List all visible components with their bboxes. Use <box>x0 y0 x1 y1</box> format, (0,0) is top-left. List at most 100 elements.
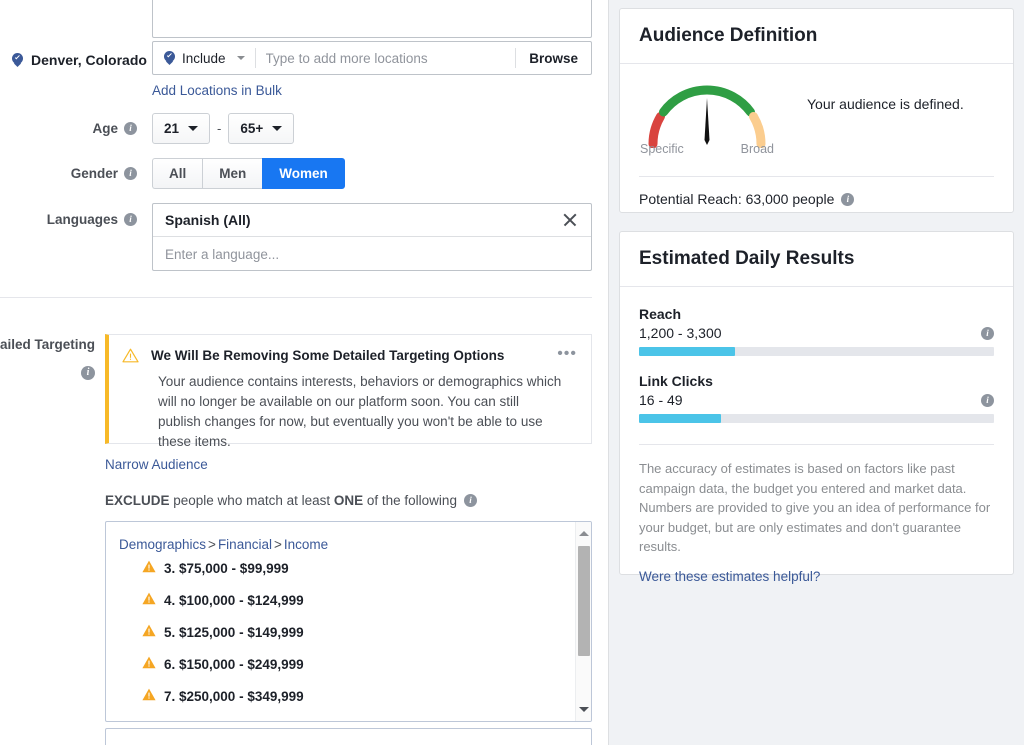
exclude-heading-keyword: EXCLUDE <box>105 493 170 508</box>
gender-option-men[interactable]: Men <box>202 158 263 189</box>
exclude-list-scrollbar[interactable] <box>575 522 591 721</box>
list-item-label: 4. $100,000 - $124,999 <box>164 592 304 608</box>
info-icon[interactable]: i <box>124 213 137 226</box>
audience-definition-title: Audience Definition <box>620 9 1013 64</box>
breadcrumb-item-financial[interactable]: Financial <box>218 537 272 552</box>
breadcrumb-item-income[interactable]: Income <box>284 537 328 552</box>
add-locations-in-bulk-link[interactable]: Add Locations in Bulk <box>152 83 282 98</box>
metric-value: 16 - 49 <box>639 392 683 408</box>
gender-option-women[interactable]: Women <box>262 158 345 189</box>
potential-reach-row: Potential Reach: 63,000 people i <box>620 177 1013 207</box>
gender-toggle-group: All Men Women <box>152 158 345 189</box>
metric-progress-fill <box>639 414 721 423</box>
age-label: Age <box>92 121 118 136</box>
selected-location-label: Denver, Colorado <box>31 52 147 68</box>
metric-progress-bar <box>639 347 994 356</box>
gender-label-group: Gender i <box>40 158 137 189</box>
metric-name: Reach <box>639 306 682 322</box>
age-range-separator: - <box>217 121 222 136</box>
chevron-down-icon <box>188 126 199 131</box>
list-item-label: 5. $125,000 - $149,999 <box>164 624 304 640</box>
info-icon[interactable]: i <box>124 167 137 180</box>
excluded-targeting-list-box: Demographics > Financial > Income 3. $75,000… <box>105 521 592 722</box>
list-item-label: 7. $250,000 - $349,999 <box>164 688 304 704</box>
audience-summary-panel: Audience Definition Specific Broad Your … <box>609 0 1024 745</box>
close-icon[interactable] <box>561 211 579 229</box>
gender-option-all[interactable]: All <box>152 158 203 189</box>
info-icon[interactable]: i <box>841 192 855 206</box>
breadcrumb-item-demographics[interactable]: Demographics <box>119 537 206 552</box>
warning-triangle-icon <box>142 688 156 704</box>
list-item-label: 6. $150,000 - $249,999 <box>164 656 304 672</box>
list-item[interactable]: 3. $75,000 - $99,999 <box>106 552 591 584</box>
info-icon[interactable]: i <box>981 393 994 407</box>
browse-button[interactable]: Browse <box>516 42 591 74</box>
chevron-up-icon <box>579 531 589 536</box>
gauge-scale-labels: Specific Broad <box>639 142 775 156</box>
metric-progress-bar <box>639 414 994 423</box>
audience-status-message: Your audience is defined. <box>807 96 964 112</box>
info-icon[interactable]: i <box>463 494 477 507</box>
exclude-heading-keyword-2: ONE <box>333 493 364 508</box>
age-min-select[interactable]: 21 <box>152 113 211 144</box>
next-section-box <box>105 728 592 745</box>
locations-box <box>152 0 592 38</box>
selected-location-chip[interactable]: Denver, Colorado <box>12 52 175 68</box>
gauge-min-label: Specific <box>640 142 684 156</box>
chevron-down-icon <box>236 56 245 60</box>
list-item[interactable]: 4. $100,000 - $124,999 <box>106 584 591 616</box>
breadcrumb: Demographics > Financial > Income <box>106 522 591 552</box>
potential-reach-label: Potential Reach: 63,000 people <box>639 191 835 207</box>
audience-definition-gauge: Specific Broad <box>639 78 775 164</box>
estimated-daily-results-card: Estimated Daily Results Reach 1,200 - 3,… <box>619 231 1014 584</box>
breadcrumb-separator: > <box>208 537 216 552</box>
detailed-targeting-warning-card: We Will Be Removing Some Detailed Target… <box>105 334 592 449</box>
age-min-value: 21 <box>164 121 180 136</box>
info-icon[interactable]: i <box>124 122 137 135</box>
estimates-feedback-link[interactable]: Were these estimates helpful? <box>620 557 839 584</box>
exclude-heading-text-1: people who match at least <box>169 493 334 508</box>
metric-value: 1,200 - 3,300 <box>639 325 722 341</box>
scroll-up-button[interactable] <box>576 525 591 542</box>
location-input-row: Include Browse <box>152 41 592 75</box>
warning-title: We Will Be Removing Some Detailed Target… <box>151 348 505 363</box>
include-exclude-dropdown[interactable]: Include <box>153 42 255 74</box>
include-label: Include <box>182 50 226 66</box>
age-controls: 21 - 65+ <box>152 113 295 144</box>
audience-definition-card: Audience Definition Specific Broad Your … <box>619 8 1014 213</box>
scroll-down-button[interactable] <box>576 701 591 718</box>
list-item[interactable]: 6. $150,000 - $249,999 <box>106 648 591 680</box>
warning-overflow-menu-button[interactable]: ••• <box>557 346 577 362</box>
info-icon[interactable]: i <box>981 326 994 340</box>
metric-link-clicks: Link Clicks 16 - 49 i <box>620 356 1013 423</box>
warning-triangle-icon <box>142 656 156 672</box>
age-label-group: Age i <box>40 113 137 144</box>
estimates-disclaimer: The accuracy of estimates is based on fa… <box>639 461 991 554</box>
language-chip-label: Spanish (All) <box>165 212 251 228</box>
metric-reach: Reach 1,200 - 3,300 i <box>620 287 1013 356</box>
section-divider <box>0 297 592 298</box>
audience-form-panel: Denver, Colorado Include Browse Add Loca… <box>0 0 609 745</box>
age-max-select[interactable]: 65+ <box>228 113 295 144</box>
gauge-max-label: Broad <box>740 142 774 156</box>
languages-label: Languages <box>46 212 118 227</box>
location-search-input[interactable] <box>255 42 516 74</box>
breadcrumb-separator: > <box>273 537 282 552</box>
list-item[interactable]: 5. $125,000 - $149,999 <box>106 616 591 648</box>
info-icon[interactable]: i <box>81 366 95 380</box>
warning-triangle-icon <box>142 624 156 640</box>
warning-triangle-icon <box>122 348 139 363</box>
exclude-heading: EXCLUDE people who match at least ONE of… <box>105 493 477 508</box>
scrollbar-thumb[interactable] <box>578 546 590 656</box>
location-pin-icon <box>12 52 23 68</box>
narrow-audience-link[interactable]: Narrow Audience <box>105 457 208 472</box>
audience-gauge-section: Specific Broad Your audience is defined. <box>620 64 1013 176</box>
exclude-heading-text-2: of the following <box>363 493 457 508</box>
warning-body-text: Your audience contains interests, behavi… <box>158 374 562 449</box>
metric-progress-fill <box>639 347 735 356</box>
languages-box: Spanish (All) <box>152 203 592 271</box>
language-input[interactable] <box>153 237 591 271</box>
list-item[interactable]: 7. $250,000 - $349,999 <box>106 680 591 712</box>
location-pin-icon <box>164 50 175 66</box>
detailed-targeting-label: ailed Targeting <box>0 337 95 352</box>
